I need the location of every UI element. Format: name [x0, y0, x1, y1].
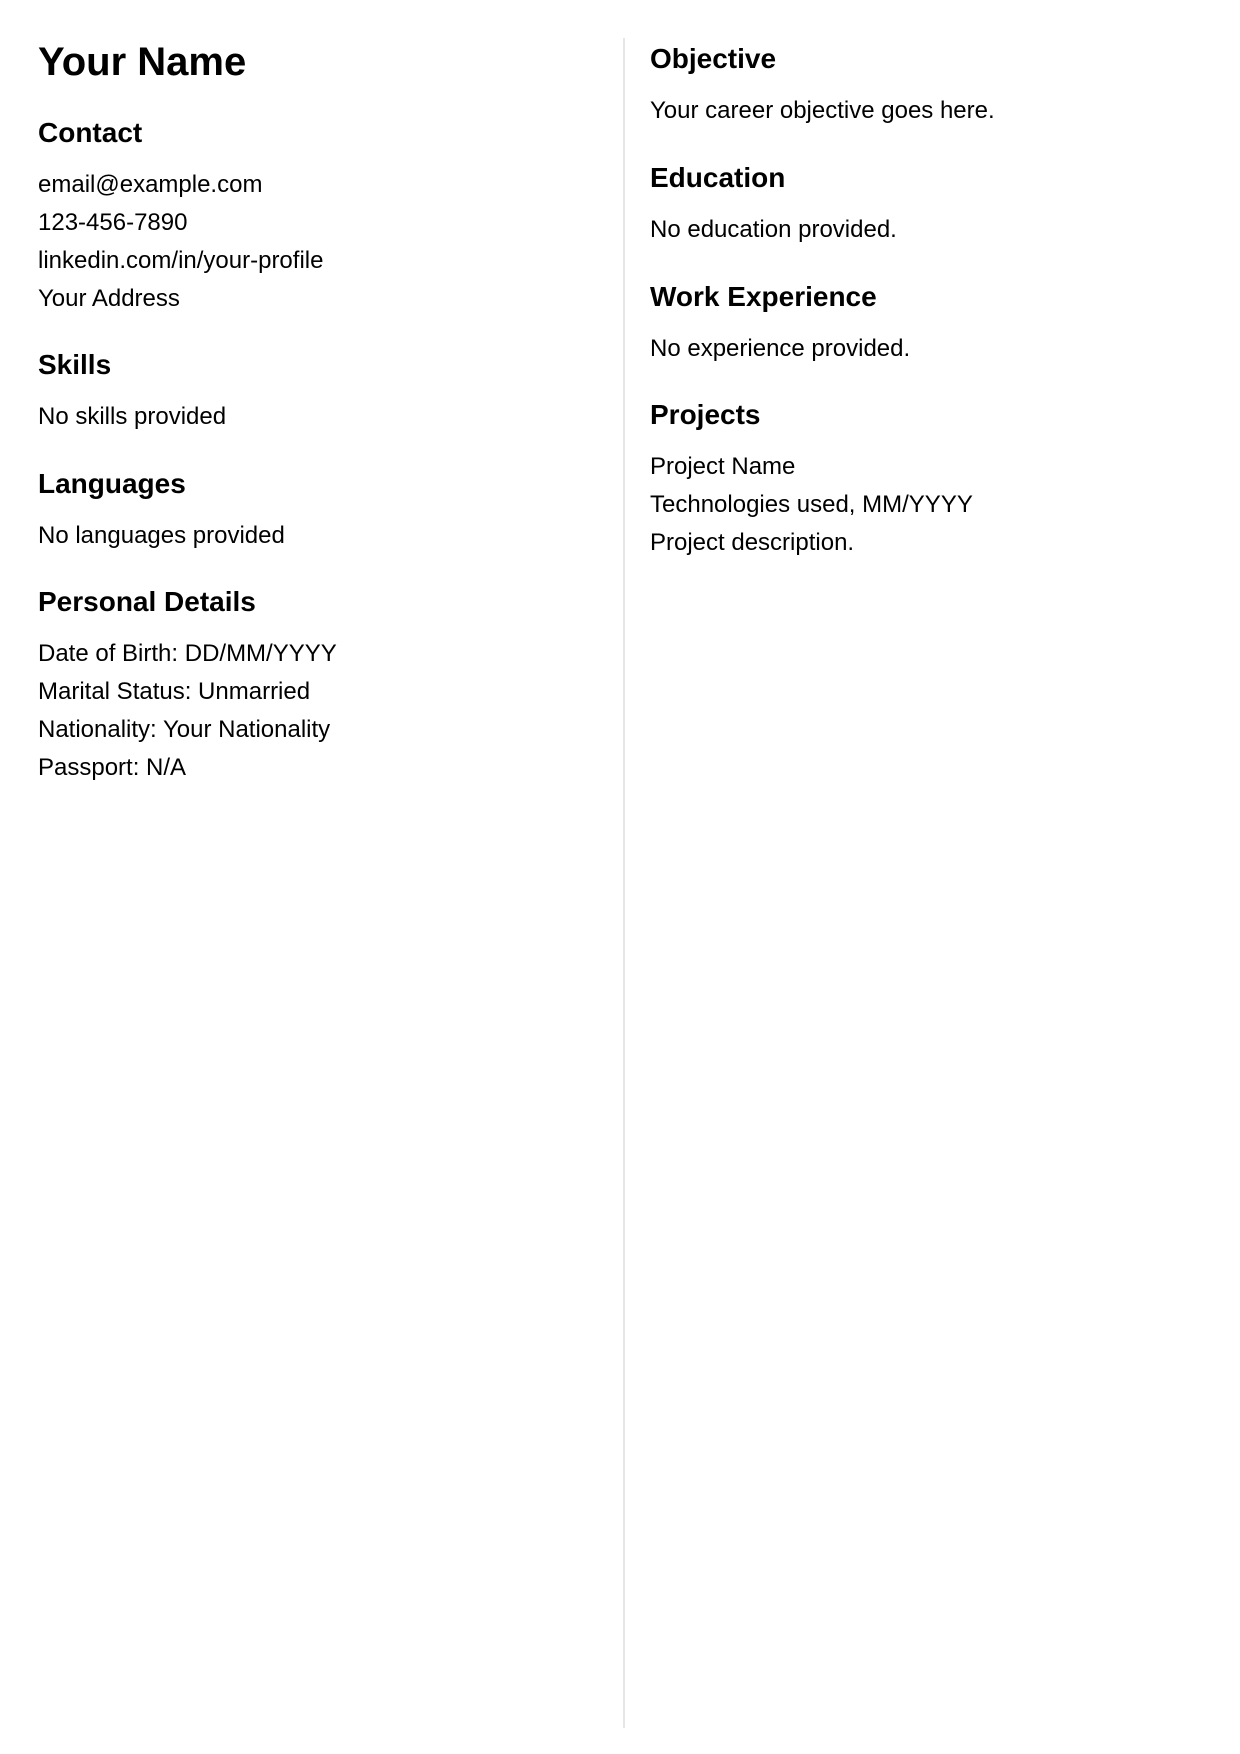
personal-details-heading: Personal Details — [38, 586, 256, 617]
personal-passport: Passport: N/A — [38, 754, 187, 781]
education-heading: Education — [650, 162, 786, 193]
project-name: Project Name — [650, 453, 796, 480]
personal-dob: Date of Birth: DD/MM/YYYY — [38, 640, 337, 667]
objective-heading: Objective — [650, 43, 777, 74]
contact-section: email@example.com 123-456-7890 linkedin.… — [38, 166, 323, 318]
work-experience-heading: Work Experience — [650, 281, 877, 312]
projects-heading: Projects — [650, 399, 761, 430]
contact-phone: 123-456-7890 — [38, 209, 188, 236]
work-experience-section: No experience provided. — [650, 330, 910, 368]
personal-details-section: Date of Birth: DD/MM/YYYY Marital Status… — [38, 635, 337, 787]
skills-text: No skills provided — [38, 403, 227, 430]
work-experience-text: No experience provided. — [650, 335, 911, 362]
languages-section: No languages provided — [38, 517, 285, 555]
objective-section: Your career objective goes here. — [650, 92, 995, 130]
languages-heading: Languages — [38, 468, 186, 499]
personal-marital-status: Marital Status: Unmarried — [38, 678, 311, 705]
personal-nationality: Nationality: Your Nationality — [38, 716, 331, 743]
skills-section: No skills provided — [38, 398, 226, 436]
education-text: No education provided. — [650, 216, 897, 243]
project-technologies: Technologies used, MM/YYYY — [650, 491, 973, 518]
contact-email: email@example.com — [38, 171, 263, 198]
skills-heading: Skills — [38, 349, 112, 380]
resume-name: Your Name — [38, 40, 247, 84]
column-divider — [623, 38, 625, 1728]
contact-address: Your Address — [38, 285, 180, 312]
languages-text: No languages provided — [38, 522, 285, 549]
contact-heading: Contact — [38, 117, 143, 148]
project-description: Project description. — [650, 529, 855, 556]
objective-text: Your career objective goes here. — [650, 97, 995, 124]
resume-page: Your Name Contact email@example.com 123-… — [0, 0, 1240, 1754]
education-section: No education provided. — [650, 211, 897, 249]
projects-section: Project Name Technologies used, MM/YYYY … — [650, 448, 973, 562]
contact-linkedin: linkedin.com/in/your-profile — [38, 247, 324, 274]
